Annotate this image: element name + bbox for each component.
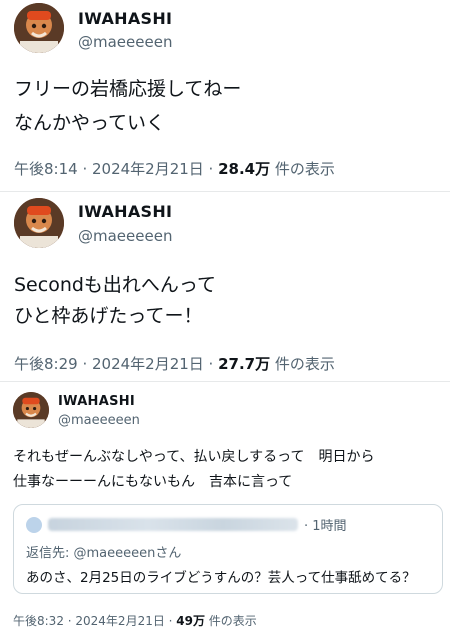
tweet-text-line-2: ひと枠あげたってー！ <box>14 305 203 327</box>
tweet-meta: 午後8:32 · 2024年2月21日 · 49万 件の表示 <box>13 612 257 629</box>
timestamp[interactable]: 午後8:14 · 2024年2月21日 · <box>14 160 218 178</box>
user-handle[interactable]: @maeeeeen <box>78 227 172 245</box>
user-handle[interactable]: @maeeeeen <box>58 413 140 428</box>
quoted-tweet[interactable]: · 1時間 返信先: @maeeeeenさん あのさ、2月25日のライブどうすん… <box>13 504 443 594</box>
view-count-label: 件の表示 <box>270 355 335 373</box>
tweet-text-line-2: なんかやっていく <box>14 112 166 134</box>
display-name[interactable]: IWAHASHI <box>78 9 172 28</box>
tweet-2[interactable]: IWAHASHI @maeeeeen Secondも出れへんって ひと枠あげたっ… <box>0 192 450 380</box>
view-count-label: 件の表示 <box>270 160 335 178</box>
timestamp[interactable]: 午後8:29 · 2024年2月21日 · <box>14 355 218 373</box>
view-count: 28.4万 <box>218 160 271 178</box>
tweet-text-line-1: それもぜーんぶなしやって、払い戻しするって 明日から <box>13 449 375 465</box>
display-name[interactable]: IWAHASHI <box>78 202 172 221</box>
tweet-text-line-2: 仕事なーーーんにもないもん 吉本に言って <box>13 474 293 490</box>
timestamp[interactable]: 午後8:32 · 2024年2月21日 · <box>13 614 176 628</box>
avatar[interactable] <box>14 198 64 248</box>
tweet-text-line-1: フリーの岩橋応援してねー <box>14 78 242 100</box>
tweet-text-line-1: Secondも出れへんって <box>14 274 216 296</box>
redacted-user-name <box>48 518 298 531</box>
tweet-1[interactable]: IWAHASHI @maeeeeen フリーの岩橋応援してねー なんかやっていく… <box>0 0 450 190</box>
view-count-label: 件の表示 <box>204 614 257 628</box>
reply-to-label[interactable]: 返信先: @maeeeeenさん <box>26 542 181 561</box>
tweet-meta: 午後8:29 · 2024年2月21日 · 27.7万 件の表示 <box>14 353 335 374</box>
view-count: 27.7万 <box>218 355 271 373</box>
avatar <box>26 517 42 533</box>
avatar[interactable] <box>13 392 49 428</box>
quoted-timestamp: · 1時間 <box>304 519 347 534</box>
display-name[interactable]: IWAHASHI <box>58 394 135 409</box>
view-count: 49万 <box>176 614 205 628</box>
user-handle[interactable]: @maeeeeen <box>78 33 172 51</box>
avatar[interactable] <box>14 3 64 53</box>
tweet-meta: 午後8:14 · 2024年2月21日 · 28.4万 件の表示 <box>14 158 335 179</box>
quoted-text: あのさ、2月25日のライブどうすんの？芸人って仕事舐めてる？ <box>26 570 416 586</box>
